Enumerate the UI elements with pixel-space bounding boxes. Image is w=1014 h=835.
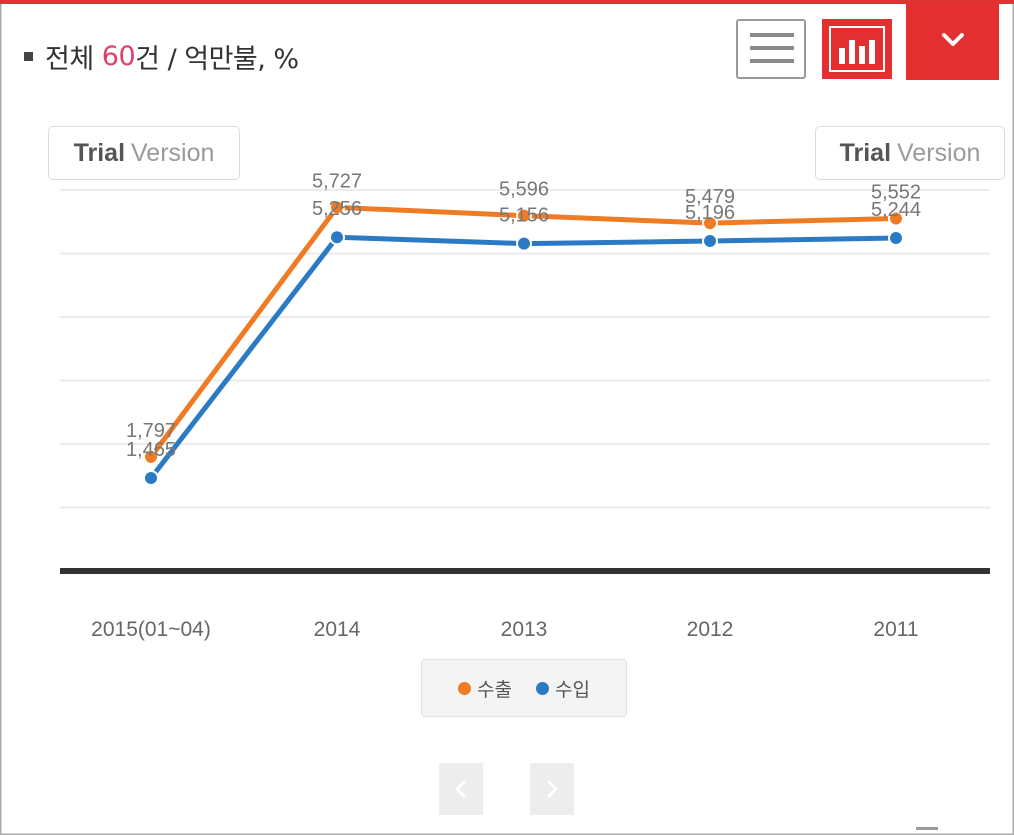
prev-page-button[interactable]: [439, 763, 483, 815]
trial-watermark-right: Trial Version: [815, 126, 1005, 180]
data-point-import: [516, 235, 532, 252]
legend-label-export: 수출: [477, 678, 512, 701]
next-page-button[interactable]: [530, 763, 574, 815]
x-tick-label: 2013: [501, 618, 548, 641]
chart-legend: 수출 수입: [421, 659, 627, 717]
data-label-export: 5,596: [499, 179, 549, 201]
data-point-import: [143, 469, 159, 486]
legend-label-import: 수입: [555, 678, 590, 701]
chevron-left-icon: [454, 779, 467, 799]
legend-item-import[interactable]: 수입: [536, 675, 590, 702]
x-tick-label: 2014: [314, 618, 361, 641]
legend-item-export[interactable]: 수출: [458, 675, 512, 702]
data-label-import: 5,244: [871, 199, 921, 221]
data-label-import: 5,196: [685, 202, 735, 224]
legend-dot-import: [536, 681, 549, 695]
data-point-import: [702, 233, 718, 250]
data-point-import: [329, 229, 345, 246]
data-label-import: 1,465: [126, 439, 176, 461]
data-label-import: 5,256: [312, 198, 362, 220]
chevron-right-icon: [546, 779, 559, 799]
x-tick-label: 2015(01~04): [91, 618, 211, 641]
data-label-export: 5,727: [312, 170, 362, 192]
x-tick-label: 2011: [873, 618, 918, 641]
data-label-import: 5,156: [499, 205, 549, 227]
x-tick-label: 2012: [687, 618, 734, 641]
legend-dot-export: [458, 681, 472, 695]
trial-watermark-left: Trial Version: [48, 126, 240, 180]
series-line-import: [149, 234, 897, 480]
data-point-import: [888, 230, 904, 247]
corner-mark: [916, 827, 938, 830]
